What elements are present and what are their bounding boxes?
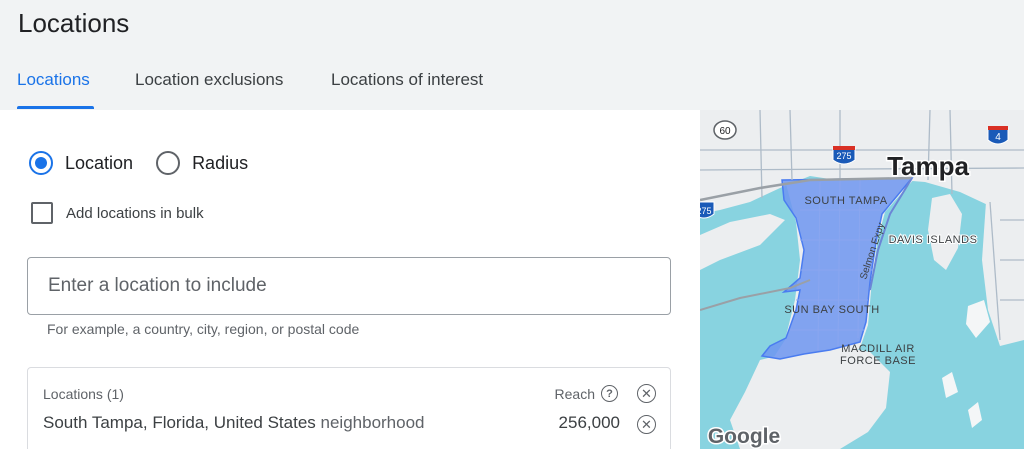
map-label-macdill-air: MACDILL AIR [841, 343, 915, 355]
map-label-davis-islands: DAVIS ISLANDS [889, 234, 978, 246]
map-label-sun-bay-south: SUN BAY SOUTH [784, 304, 879, 316]
location-map[interactable]: 60 275 4 275 Tampa SOUTH TAMPA DAVIS ISL… [700, 110, 1024, 449]
radio-dot [35, 157, 47, 169]
page-title: Locations [18, 8, 130, 38]
tab-locations-of-interest[interactable]: Locations of interest [331, 70, 483, 90]
tab-locations[interactable]: Locations [17, 70, 90, 90]
map-city-label: Tampa [887, 151, 969, 181]
route-60-shield: 60 [713, 120, 737, 140]
remove-location-icon[interactable]: ✕ [637, 415, 656, 434]
interstate-275-west-shield: 275 [700, 201, 715, 219]
location-radio-label[interactable]: Location [65, 153, 133, 174]
reach-header: Reach ? [555, 385, 618, 402]
location-reach-value: 256,000 [558, 413, 620, 432]
location-search-input[interactable] [27, 257, 671, 315]
interstate-275-shield: 275 [832, 146, 856, 165]
bulk-checkbox[interactable] [31, 202, 53, 224]
bulk-checkbox-label[interactable]: Add locations in bulk [66, 205, 204, 222]
radius-radio[interactable] [156, 151, 181, 175]
route-60-label: 60 [719, 126, 731, 137]
targeting-mode-group: Location Radius [29, 151, 248, 175]
locations-panel: Location Radius Add locations in bulk Fo… [0, 110, 700, 449]
remove-all-icon[interactable]: ✕ [637, 384, 656, 403]
interstate-4-label: 4 [995, 132, 1001, 143]
active-tab-indicator [17, 106, 94, 109]
tab-location-exclusions[interactable]: Location exclusions [135, 70, 283, 90]
interstate-4-shield: 4 [987, 126, 1009, 145]
location-name: South Tampa, Florida, United States [43, 413, 316, 432]
reach-label: Reach [554, 385, 595, 402]
map-label-south-tampa: SOUTH TAMPA [804, 195, 887, 207]
location-item-name: South Tampa, Florida, United States neig… [43, 413, 425, 433]
selected-locations-box: Locations (1) Reach ? ✕ South Tampa, Flo… [27, 367, 671, 449]
tab-bar: Locations Location exclusions Locations … [0, 60, 700, 110]
locations-count-header: Locations (1) [43, 386, 124, 402]
location-radio[interactable] [29, 151, 53, 175]
map-canvas: 60 275 4 275 Tampa SOUTH TAMPA DAVIS ISL… [700, 110, 1024, 449]
bulk-row: Add locations in bulk [31, 202, 204, 224]
interstate-275-label: 275 [836, 151, 851, 161]
search-helper-text: For example, a country, city, region, or… [47, 321, 360, 337]
interstate-275-west-label: 275 [700, 206, 712, 216]
radius-radio-label[interactable]: Radius [192, 153, 248, 174]
help-icon[interactable]: ? [601, 385, 618, 402]
google-attribution: Google [708, 425, 780, 448]
location-type: neighborhood [320, 413, 425, 432]
map-label-force-base: FORCE BASE [840, 355, 916, 367]
